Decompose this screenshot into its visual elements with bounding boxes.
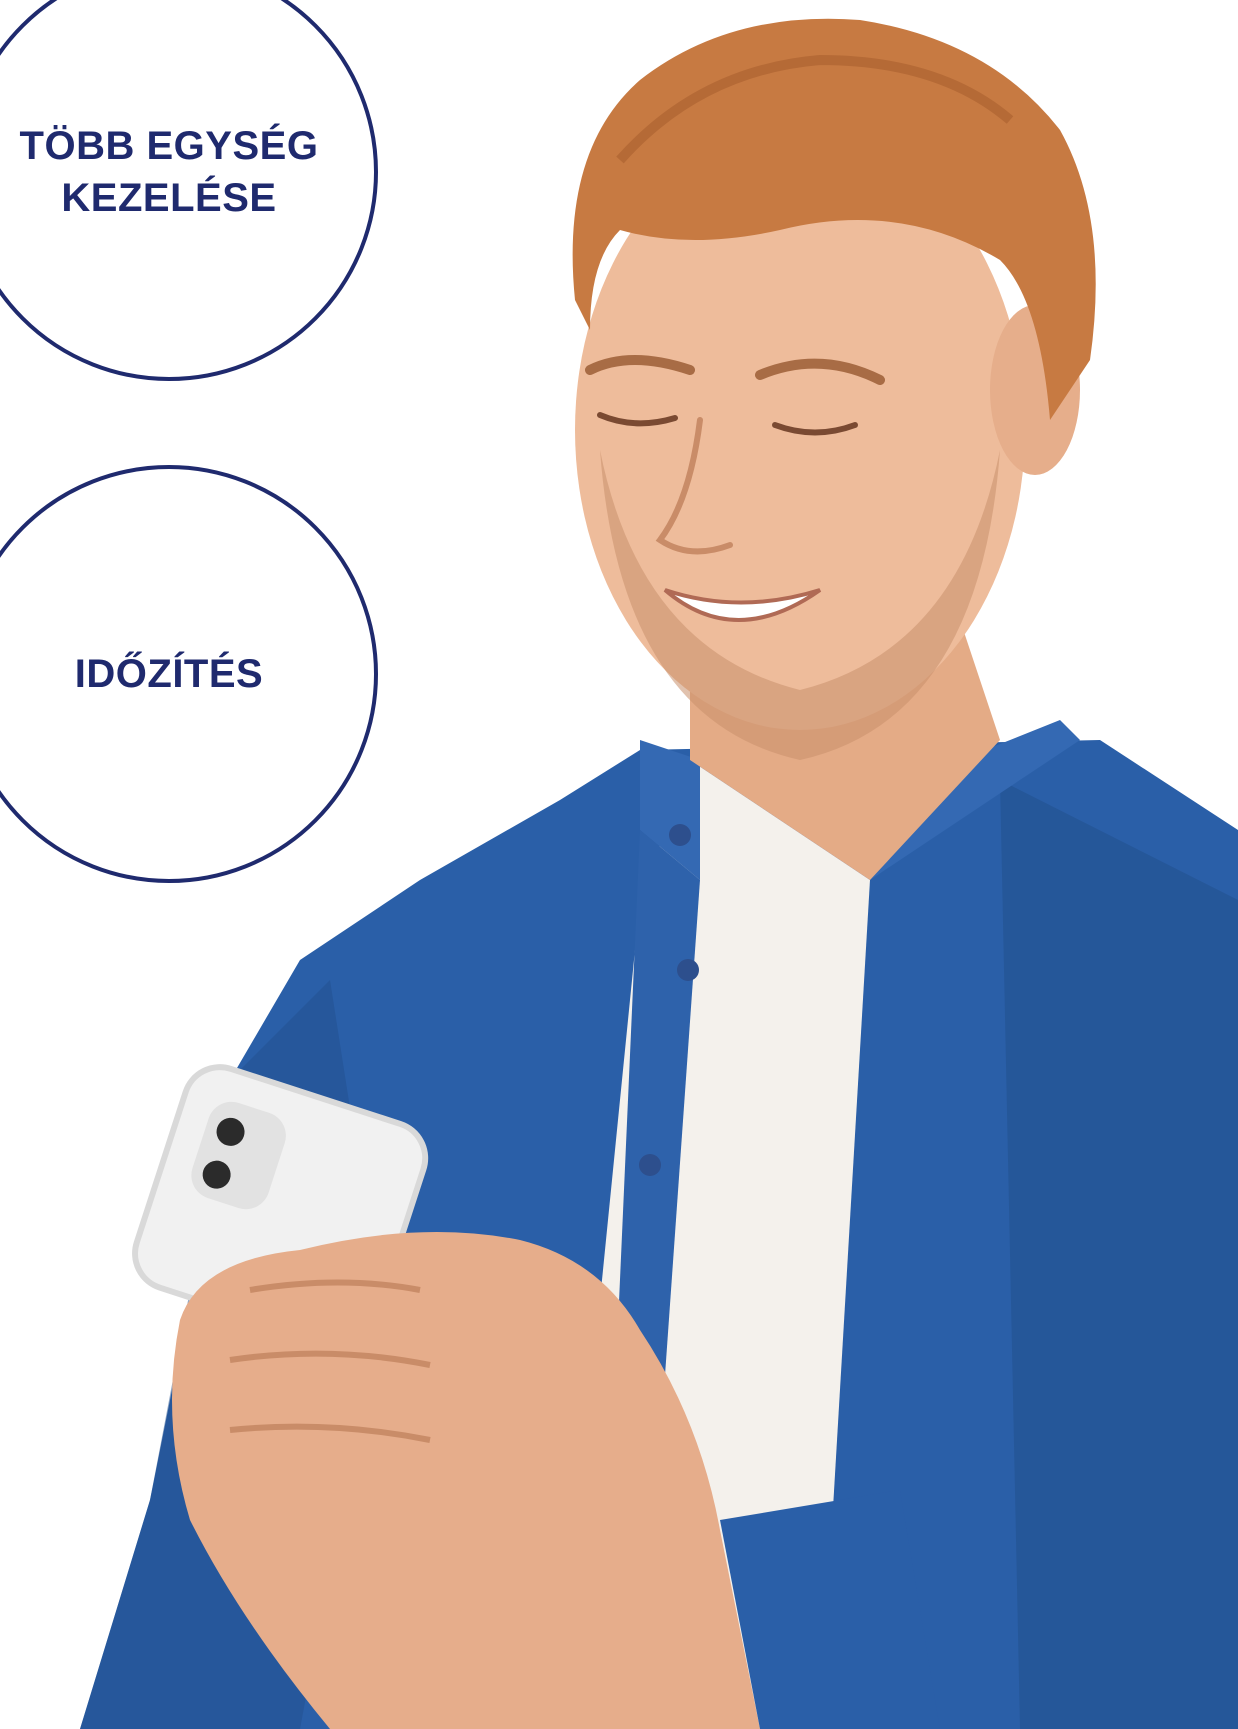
feature-label: TÖBB EGYSÉG KEZELÉSE xyxy=(19,124,319,220)
feature-label: IDŐZÍTÉS xyxy=(74,652,264,696)
page: TÖBB EGYSÉG KEZELÉSE IDŐZÍTÉS xyxy=(0,0,1238,1729)
